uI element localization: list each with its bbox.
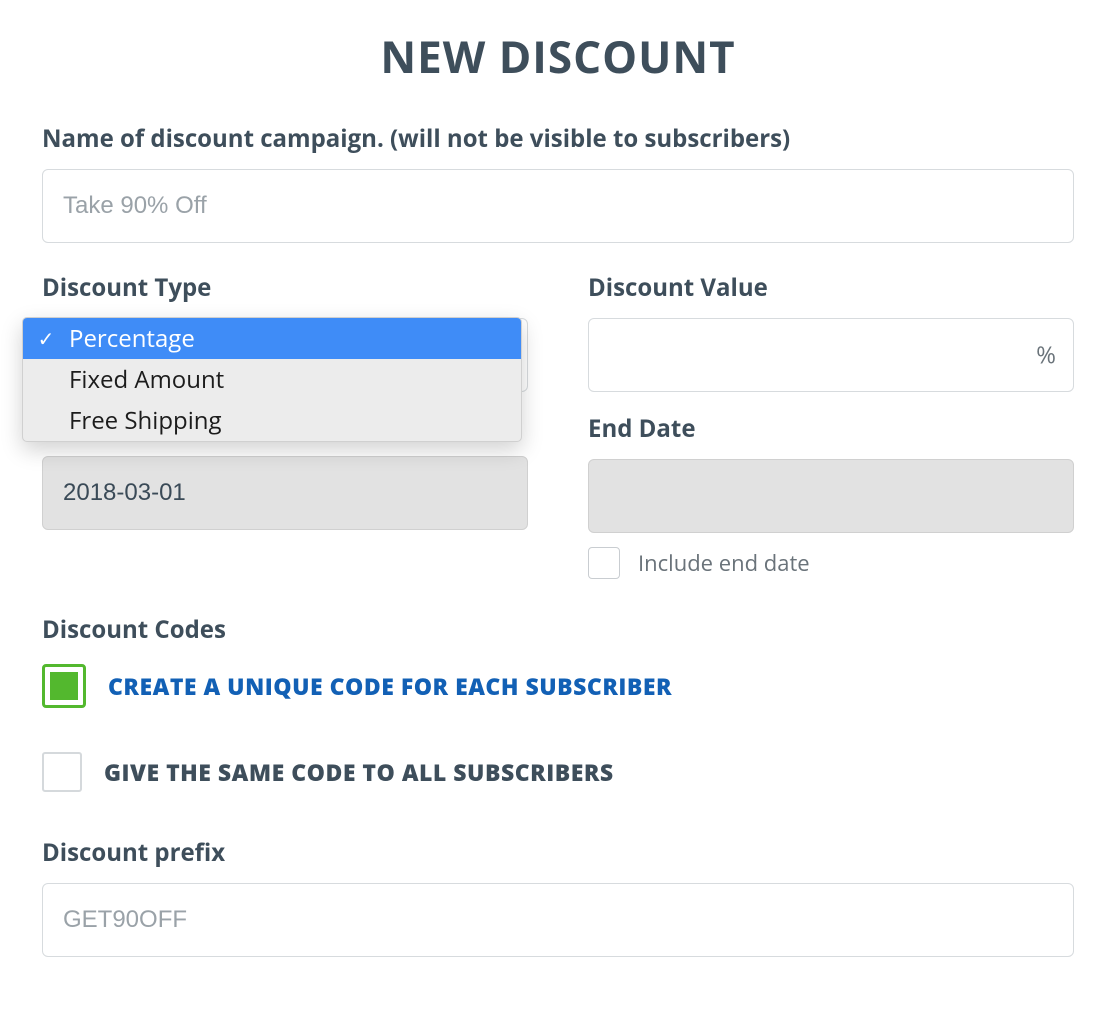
- include-end-date-label: Include end date: [638, 548, 810, 578]
- new-discount-form: NEW DISCOUNT Name of discount campaign. …: [0, 0, 1116, 1025]
- discount-type-option-percentage[interactable]: ✓ Percentage: [23, 318, 521, 359]
- campaign-name-input[interactable]: [42, 169, 1074, 243]
- end-date-input[interactable]: [588, 459, 1074, 533]
- option-label: Percentage: [69, 322, 195, 355]
- date-row: End Date Include end date: [42, 456, 1074, 579]
- campaign-name-field: Name of discount campaign. (will not be …: [42, 122, 1074, 243]
- unique-code-label: CREATE A UNIQUE CODE FOR EACH SUBSCRIBER: [108, 670, 672, 702]
- same-code-checkbox[interactable]: [42, 752, 82, 792]
- discount-prefix-field: Discount prefix: [42, 836, 1074, 957]
- option-label: Fixed Amount: [69, 363, 224, 396]
- campaign-name-label: Name of discount campaign. (will not be …: [42, 122, 1074, 155]
- discount-type-dropdown: ✓ Percentage ✓ Fixed Amount ✓ Free Shipp…: [22, 317, 522, 442]
- discount-prefix-label: Discount prefix: [42, 836, 1074, 869]
- discount-type-label: Discount Type: [42, 271, 528, 304]
- unique-code-option[interactable]: CREATE A UNIQUE CODE FOR EACH SUBSCRIBER: [42, 664, 1074, 708]
- check-icon: ✓: [35, 325, 57, 352]
- include-end-date-row: Include end date: [588, 547, 1074, 579]
- discount-value-label: Discount Value: [588, 271, 1074, 304]
- discount-prefix-input[interactable]: [42, 883, 1074, 957]
- discount-value-input[interactable]: [588, 318, 1074, 392]
- page-title: NEW DISCOUNT: [42, 26, 1074, 86]
- discount-codes-section: Discount Codes CREATE A UNIQUE CODE FOR …: [42, 613, 1074, 792]
- discount-codes-label: Discount Codes: [42, 613, 1074, 646]
- type-value-row: Discount Type ✓ Percentage ✓ Fixed Amoun…: [42, 271, 1074, 392]
- same-code-label: GIVE THE SAME CODE TO ALL SUBSCRIBERS: [104, 756, 614, 788]
- end-date-field: End Date Include end date: [588, 456, 1074, 579]
- start-date-field: [42, 456, 528, 579]
- discount-value-field: Discount Value %: [588, 271, 1074, 392]
- discount-type-field: Discount Type ✓ Percentage ✓ Fixed Amoun…: [42, 271, 528, 392]
- option-label: Free Shipping: [69, 404, 222, 437]
- include-end-date-checkbox[interactable]: [588, 547, 620, 579]
- discount-type-option-fixed-amount[interactable]: ✓ Fixed Amount: [23, 359, 521, 400]
- same-code-option[interactable]: GIVE THE SAME CODE TO ALL SUBSCRIBERS: [42, 752, 1074, 792]
- start-date-input[interactable]: [42, 456, 528, 530]
- end-date-label: End Date: [588, 412, 1074, 445]
- unique-code-checkbox[interactable]: [42, 664, 86, 708]
- discount-type-option-free-shipping[interactable]: ✓ Free Shipping: [23, 400, 521, 441]
